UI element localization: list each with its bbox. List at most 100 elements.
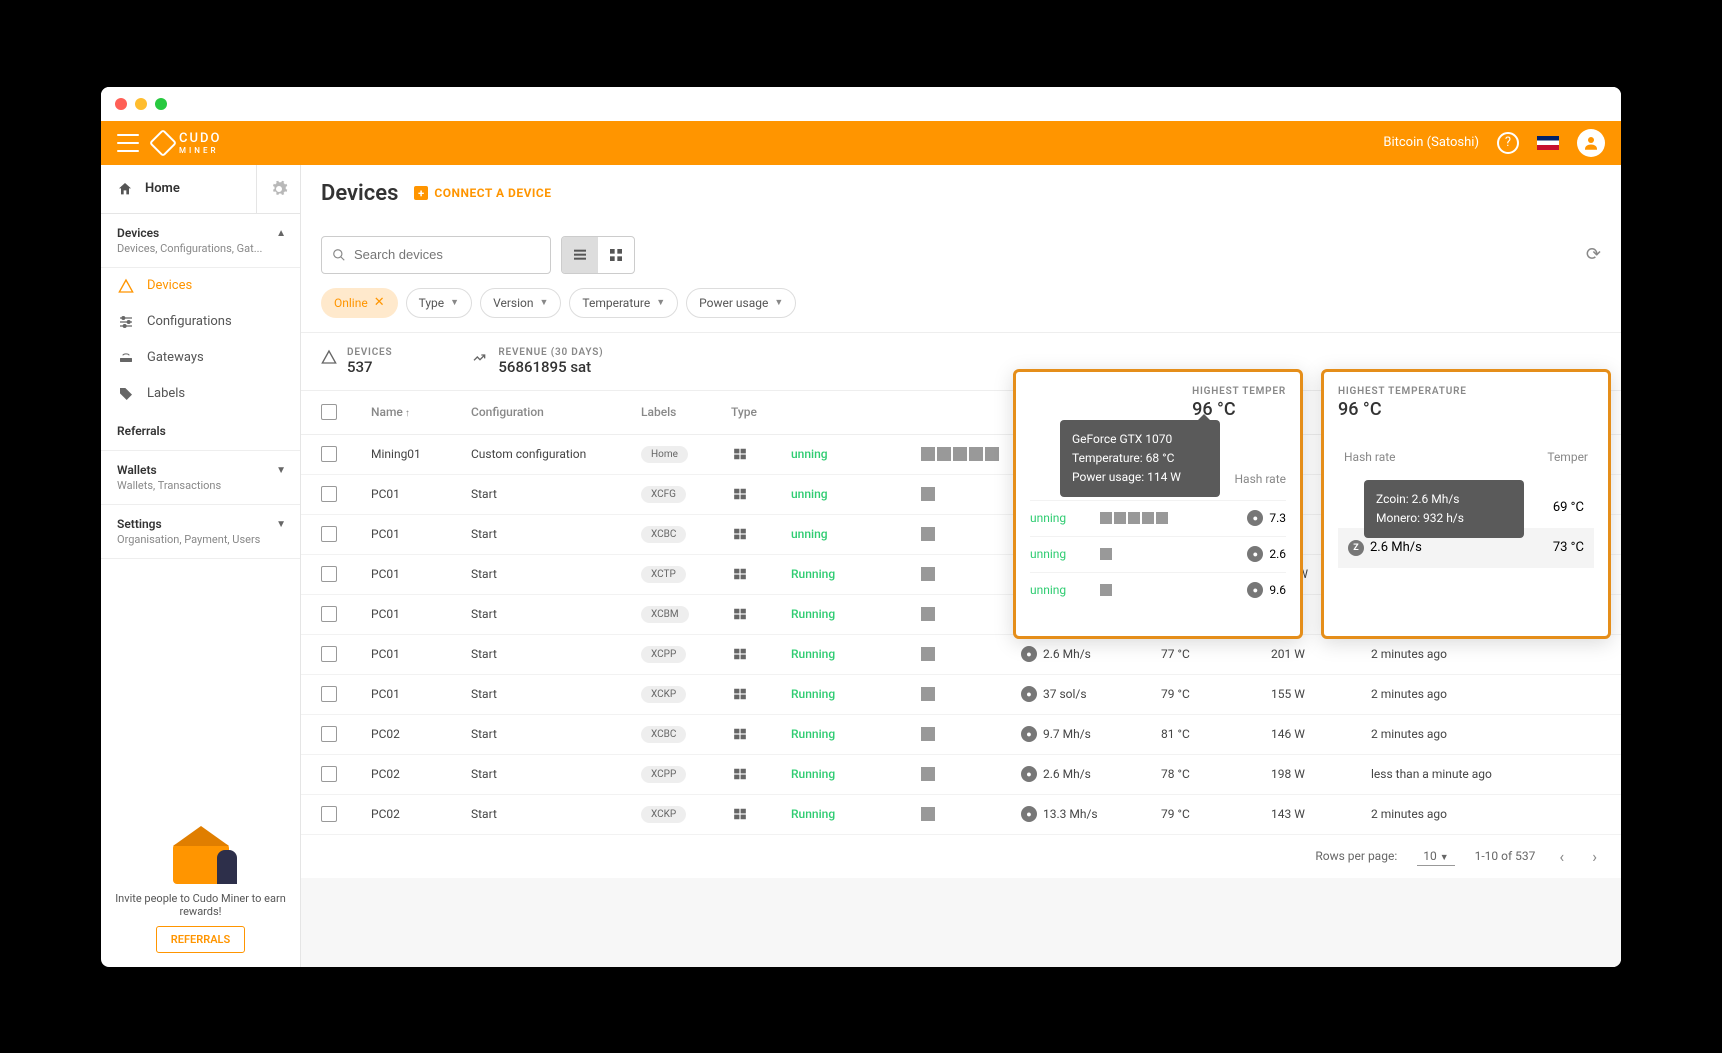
cell-hashrate: ●2.6 Mh/s (1021, 766, 1161, 782)
filter-online[interactable]: Online ✕ (321, 288, 398, 318)
label-chip[interactable]: XCBM (641, 606, 689, 623)
row-checkbox[interactable] (321, 766, 337, 782)
sidebar-devices-section[interactable]: Devices Devices, Configurations, Gat... … (101, 214, 300, 268)
brand-bottom: MINER (179, 146, 221, 155)
sidebar-item-labels[interactable]: Labels (101, 376, 300, 412)
cell-name: PC01 (371, 607, 471, 621)
gpu-indicator (921, 607, 1021, 621)
filter-type[interactable]: Type▼ (406, 288, 472, 318)
sort-asc-icon: ↑ (405, 408, 410, 419)
rows-per-page-select[interactable]: 10 ▼ (1417, 847, 1454, 866)
row-checkbox[interactable] (321, 606, 337, 622)
next-page-button[interactable]: › (1588, 847, 1601, 866)
callout-row: unning ●2.6 (1030, 536, 1286, 572)
cell-temp: 81 °C (1161, 727, 1271, 741)
cell-config: Start (471, 687, 641, 701)
prev-page-button[interactable]: ‹ (1555, 847, 1568, 866)
label-chip[interactable]: XCBC (641, 526, 686, 543)
sidebar-settings[interactable]: Settings Organisation, Payment, Users ▼ (101, 505, 300, 559)
chevron-down-icon: ▼ (276, 519, 286, 530)
row-checkbox[interactable] (321, 446, 337, 462)
filter-power[interactable]: Power usage▼ (686, 288, 796, 318)
table-row[interactable]: PC02 Start XCPP Running ●2.6 Mh/s 78 °C … (301, 755, 1621, 795)
label-chip[interactable]: XCPP (641, 646, 686, 663)
menu-icon[interactable] (117, 134, 139, 152)
cell-status: Running (791, 567, 921, 581)
chart-icon (472, 349, 488, 369)
cell-name: PC02 (371, 807, 471, 821)
label-chip[interactable]: XCBC (641, 726, 686, 743)
cell-hashrate: ●13.3 Mh/s (1021, 806, 1161, 822)
callout-hashrate-tooltip: HIGHEST TEMPERATURE 96 °C Hash rate Temp… (1321, 369, 1611, 639)
cell-name: PC01 (371, 647, 471, 661)
col-name[interactable]: Name↑ (371, 405, 471, 419)
row-checkbox[interactable] (321, 646, 337, 662)
cell-hashrate: ●37 sol/s (1021, 686, 1161, 702)
cell-config: Custom configuration (471, 447, 641, 461)
language-flag-icon[interactable] (1537, 136, 1559, 150)
filter-version[interactable]: Version▼ (480, 288, 561, 318)
search-input[interactable] (321, 236, 551, 274)
sidebar-referrals[interactable]: Referrals (101, 412, 300, 451)
list-view-button[interactable] (562, 237, 598, 273)
callout-row: unning ●9.6 (1030, 572, 1286, 608)
sidebar-item-gateways[interactable]: Gateways (101, 340, 300, 376)
settings-icon[interactable] (256, 165, 300, 213)
label-chip[interactable]: XCKP (641, 686, 686, 703)
balance-label[interactable]: Bitcoin (Satoshi) (1383, 135, 1479, 150)
label-chip[interactable]: XCFG (641, 486, 686, 503)
cell-lastseen: 2 minutes ago (1371, 687, 1531, 701)
windows-icon (731, 567, 749, 581)
row-checkbox[interactable] (321, 686, 337, 702)
main-content: Devices + CONNECT A DEVICE (301, 165, 1621, 967)
cell-name: PC01 (371, 527, 471, 541)
label-chip[interactable]: XCPP (641, 766, 686, 783)
row-checkbox[interactable] (321, 566, 337, 582)
coin-icon: ● (1021, 686, 1037, 702)
warning-icon (117, 278, 135, 294)
sidebar-home[interactable]: Home (101, 167, 256, 211)
referrals-button[interactable]: REFERRALS (156, 926, 245, 953)
select-all-checkbox[interactable] (321, 404, 337, 420)
row-checkbox[interactable] (321, 726, 337, 742)
callout-row: unning ●7.3 (1030, 500, 1286, 536)
window-minimize[interactable] (135, 98, 147, 110)
gpu-indicator (921, 487, 1021, 501)
filter-temperature[interactable]: Temperature▼ (569, 288, 678, 318)
sidebar-item-configurations[interactable]: Configurations (101, 304, 300, 340)
col-type[interactable]: Type (731, 405, 791, 419)
account-icon[interactable] (1577, 129, 1605, 157)
col-config[interactable]: Configuration (471, 405, 641, 419)
close-icon[interactable]: ✕ (374, 295, 385, 310)
table-row[interactable]: PC01 Start XCPP Running ●2.6 Mh/s 77 °C … (301, 635, 1621, 675)
col-labels[interactable]: Labels (641, 405, 731, 419)
label-chip[interactable]: Home (641, 446, 688, 463)
row-checkbox[interactable] (321, 486, 337, 502)
window-maximize[interactable] (155, 98, 167, 110)
connect-device-button[interactable]: + CONNECT A DEVICE (414, 186, 551, 200)
logo[interactable]: CUDO MINER (153, 131, 221, 155)
gpu-tooltip: GeForce GTX 1070 Temperature: 68 °C Powe… (1060, 420, 1220, 498)
row-checkbox[interactable] (321, 526, 337, 542)
windows-icon (731, 767, 749, 781)
row-checkbox[interactable] (321, 806, 337, 822)
stat-devices: DEVICES 537 (321, 347, 392, 376)
grid-view-button[interactable] (598, 237, 634, 273)
table-row[interactable]: PC02 Start XCBC Running ●9.7 Mh/s 81 °C … (301, 715, 1621, 755)
sidebar-wallets[interactable]: Wallets Wallets, Transactions ▼ (101, 451, 300, 505)
callout-gpu-tooltip: HIGHEST TEMPER 96 °C GeForce GTX 1070 Te… (1013, 369, 1303, 639)
gpu-indicator (921, 807, 1021, 821)
refresh-button[interactable]: ⟳ (1586, 244, 1601, 265)
sidebar-item-devices[interactable]: Devices (101, 268, 300, 304)
help-icon[interactable]: ? (1497, 132, 1519, 154)
label-chip[interactable]: XCTP (641, 566, 686, 583)
label-chip[interactable]: XCKP (641, 806, 686, 823)
window-close[interactable] (115, 98, 127, 110)
table-row[interactable]: PC02 Start XCKP Running ●13.3 Mh/s 79 °C… (301, 795, 1621, 835)
gpu-indicator (921, 447, 1021, 461)
hashrate-tooltip: Zcoin: 2.6 Mh/s Monero: 932 h/s (1364, 480, 1524, 538)
table-row[interactable]: PC01 Start XCKP Running ●37 sol/s 79 °C … (301, 675, 1621, 715)
windows-icon (731, 807, 749, 821)
cell-hashrate: ●2.6 Mh/s (1021, 646, 1161, 662)
cell-temp: 79 °C (1161, 687, 1271, 701)
